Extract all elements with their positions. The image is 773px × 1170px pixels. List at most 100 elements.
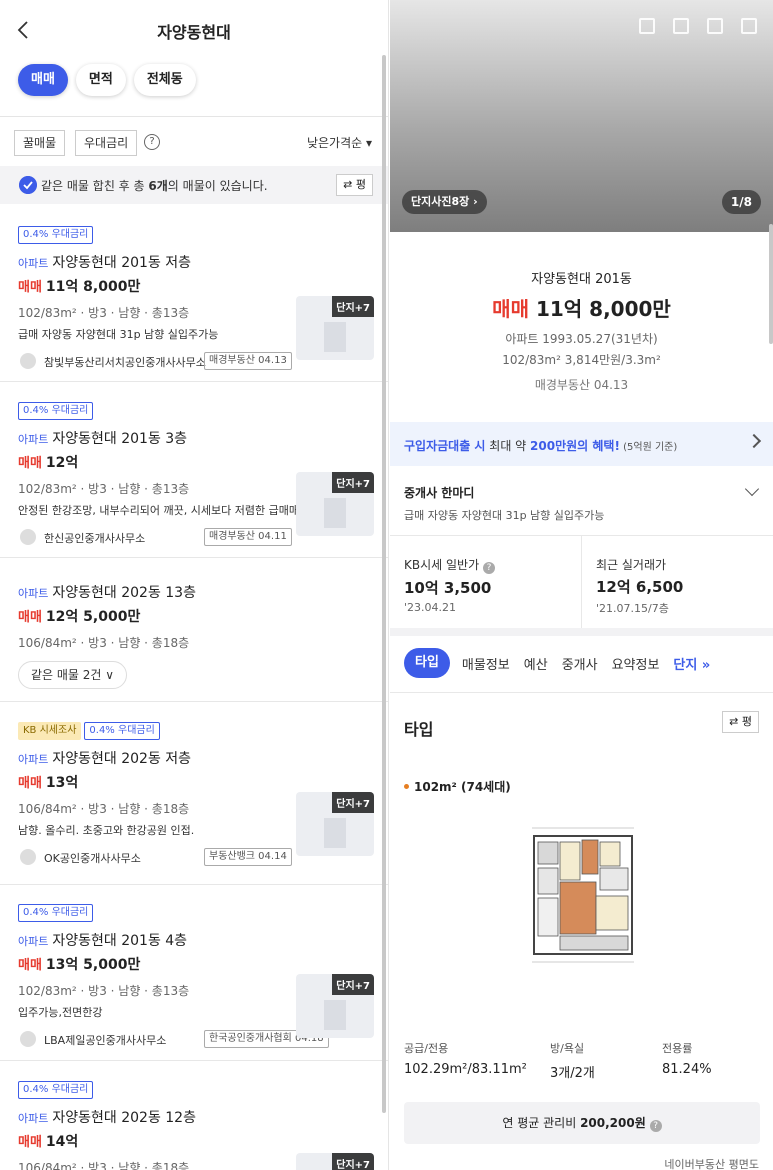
tab-type[interactable]: 타입 [404, 648, 450, 678]
complex-photos-button[interactable]: 단지사진8장 › [402, 190, 487, 214]
kb-price: KB시세 일반가 ? 10억 3,500 '23.04.21 [404, 556, 495, 614]
divider [0, 381, 388, 382]
photo-gallery[interactable]: 단지사진8장 › 1/8 [390, 0, 773, 232]
chevron-down-icon[interactable] [744, 481, 760, 497]
loan-banner[interactable]: 구입자금대출 시 최대 약 200만원의 혜택! (5억원 기준) [390, 422, 773, 466]
rate-badge: 0.4% 우대금리 [18, 904, 94, 922]
detail-tabs: 타입 매물정보 예산 중개사 요약정보 단지 » [404, 648, 724, 678]
listing-price: 매매 14억 [18, 1134, 79, 1150]
plan-source: 네이버부동산 평면도 [664, 1158, 759, 1170]
tab-summary[interactable]: 요약정보 [612, 654, 660, 673]
bullet-icon [404, 784, 409, 789]
list-item[interactable]: 0.4% 우대금리 아파트 자양동현대 201동 3층 매매 12억 102/83m… [18, 402, 374, 547]
loan-text: 구입자금대출 시 최대 약 200만원의 혜택! (5억원 기준) [404, 439, 678, 453]
source-badge: 매경부동산 04.11 [204, 528, 292, 546]
listing-price: 매매 13억 5,000만 [18, 957, 141, 973]
divider [0, 701, 388, 702]
avatar [20, 353, 36, 369]
divider [0, 884, 388, 885]
source-badge: 부동산뱅크 04.14 [204, 848, 292, 866]
list-item[interactable]: 0.4% 우대금리 아파트 자양동현대 202동 12층 매매 14억 106/84… [18, 1081, 374, 1170]
divider [0, 557, 388, 558]
listing-name: 아파트 자양동현대 202동 저층 [18, 751, 192, 767]
listing-thumbnail[interactable]: 단지+7 [296, 472, 374, 536]
divider [390, 692, 773, 693]
source-text: 매경부동산 04.13 [534, 378, 629, 392]
listing-name: 아파트 자양동현대 202동 13층 [18, 585, 196, 601]
help-icon: ? [482, 562, 495, 574]
hero-actions [639, 18, 757, 34]
listing-summary: 자양동현대 201동 매매 11억 8,000만 아파트 1993.05.27(… [390, 232, 773, 393]
listing-price: 매매 12억 [18, 455, 79, 471]
rate-button[interactable]: 우대금리 [75, 130, 138, 156]
spec-supply: 공급/전용 102.29m²/83.11m² [404, 1042, 527, 1077]
pencil-icon[interactable] [707, 18, 723, 34]
list-item[interactable]: 0.4% 우대금리 아파트 자양동현대 201동 4층 매매 13억 5,000만 … [18, 904, 374, 1049]
list-item[interactable]: 0.4% 우대금리 아파트 자양동현대 201동 저층 매매 11억 8,000만 … [18, 226, 374, 371]
floor-plan-image[interactable] [520, 820, 644, 970]
building-name: 자양동현대 201동 [531, 272, 632, 287]
agent-comment[interactable]: 중개사 한마디 급매 자양동 자양현대 31p 남향 실입주가능 [390, 466, 773, 536]
listing-thumbnail[interactable]: 단지+7 [296, 792, 374, 856]
chevron-right-icon [746, 433, 762, 449]
rate-badge: 0.4% 우대금리 [18, 1081, 94, 1099]
listing-thumbnail[interactable]: 단지+7 [296, 1153, 374, 1170]
detail-scrollbar[interactable] [769, 224, 773, 344]
type-section-title: 타입 [404, 720, 434, 739]
tab-listing-info[interactable]: 매물정보 [462, 654, 510, 673]
hot-deal-button[interactable]: 꿀매물 [14, 130, 66, 156]
chip-building[interactable]: 전체동 [133, 64, 196, 96]
agent-comment-title: 중개사 한마디 [404, 486, 475, 500]
bookmark-icon[interactable] [741, 18, 757, 34]
divider [581, 536, 582, 628]
unit-toggle-button[interactable]: ⇄ 평 [336, 174, 373, 196]
list-item[interactable]: KB 시세조사 0.4% 우대금리 아파트 자양동현대 202동 저층 매매 13억 … [18, 722, 374, 867]
building-icon [324, 498, 346, 528]
listing-name: 아파트 자양동현대 201동 3층 [18, 431, 188, 447]
divider [0, 116, 388, 117]
type-specs: 공급/전용 102.29m²/83.11m² 방/욕실 3개/2개 전용률 81.24… [390, 1040, 773, 1084]
area-price: 102/83m² 3,814만원/3.3m² [502, 353, 661, 367]
rate-badge: 0.4% 우대금리 [84, 722, 160, 740]
listing-panel: 자양동현대 매매 면적 전체동 꿀매물 우대금리 ? 낮은가격순 ▾ 같은 매물… [0, 0, 389, 1170]
list-scrollbar[interactable] [382, 55, 386, 1113]
build-year: 아파트 1993.05.27(31년차) [505, 332, 658, 346]
merge-notice: 같은 매물 합친 후 총 6개의 매물이 있습니다. ⇄ 평 [0, 166, 388, 204]
chip-trade[interactable]: 매매 [18, 64, 68, 96]
avatar [20, 529, 36, 545]
sort-select[interactable]: 낮은가격순 ▾ [307, 134, 372, 151]
building-icon [324, 818, 346, 848]
share-icon[interactable] [639, 18, 655, 34]
same-listings-dropdown[interactable]: 같은 매물 2건 ∨ [18, 661, 128, 689]
divider [0, 1060, 388, 1061]
calculator-icon[interactable] [673, 18, 689, 34]
top-bar: 자양동현대 [0, 0, 388, 58]
listing-price: 매매 11억 8,000만 [18, 279, 141, 295]
listing-price: 매매 13억 [18, 775, 79, 791]
tab-complex[interactable]: 단지 » [673, 654, 710, 673]
chip-area[interactable]: 면적 [75, 64, 126, 96]
listing-spec: 106/84m² · 방3 · 남향 · 총18층 [18, 636, 190, 650]
page-title: 자양동현대 [157, 23, 231, 42]
detail-panel: 단지사진8장 › 1/8 자양동현대 201동 매매 11억 8,000만 아파… [390, 0, 773, 1170]
tab-budget[interactable]: 예산 [524, 654, 548, 673]
spec-rooms: 방/욕실 3개/2개 [550, 1042, 595, 1081]
source-badge: 매경부동산 04.13 [204, 352, 292, 370]
tab-agent[interactable]: 중개사 [562, 654, 598, 673]
list-item[interactable]: 아파트 자양동현대 202동 13층 매매 12억 5,000만 106/84m² … [18, 574, 374, 689]
section-gap [390, 628, 773, 636]
filter-chips: 매매 면적 전체동 [18, 64, 196, 96]
avatar [20, 1031, 36, 1047]
listing-thumbnail[interactable]: 단지+7 [296, 296, 374, 360]
unit-toggle-button[interactable]: ⇄ 평 [722, 711, 759, 733]
listing-name: 아파트 자양동현대 201동 저층 [18, 255, 192, 271]
listing-thumbnail[interactable]: 단지+7 [296, 974, 374, 1038]
spec-ratio: 전용률 81.24% [662, 1042, 712, 1077]
type-area[interactable]: 102m² (74세대) [404, 778, 511, 795]
listing-name: 아파트 자양동현대 201동 4층 [18, 933, 188, 949]
building-icon [324, 322, 346, 352]
help-icon[interactable]: ? [144, 134, 160, 150]
listing-name: 아파트 자양동현대 202동 12층 [18, 1110, 196, 1126]
maintenance-fee[interactable]: 연 평균 관리비 200,200원 ? [404, 1102, 760, 1144]
listing-price: 매매 12억 5,000만 [18, 609, 141, 625]
